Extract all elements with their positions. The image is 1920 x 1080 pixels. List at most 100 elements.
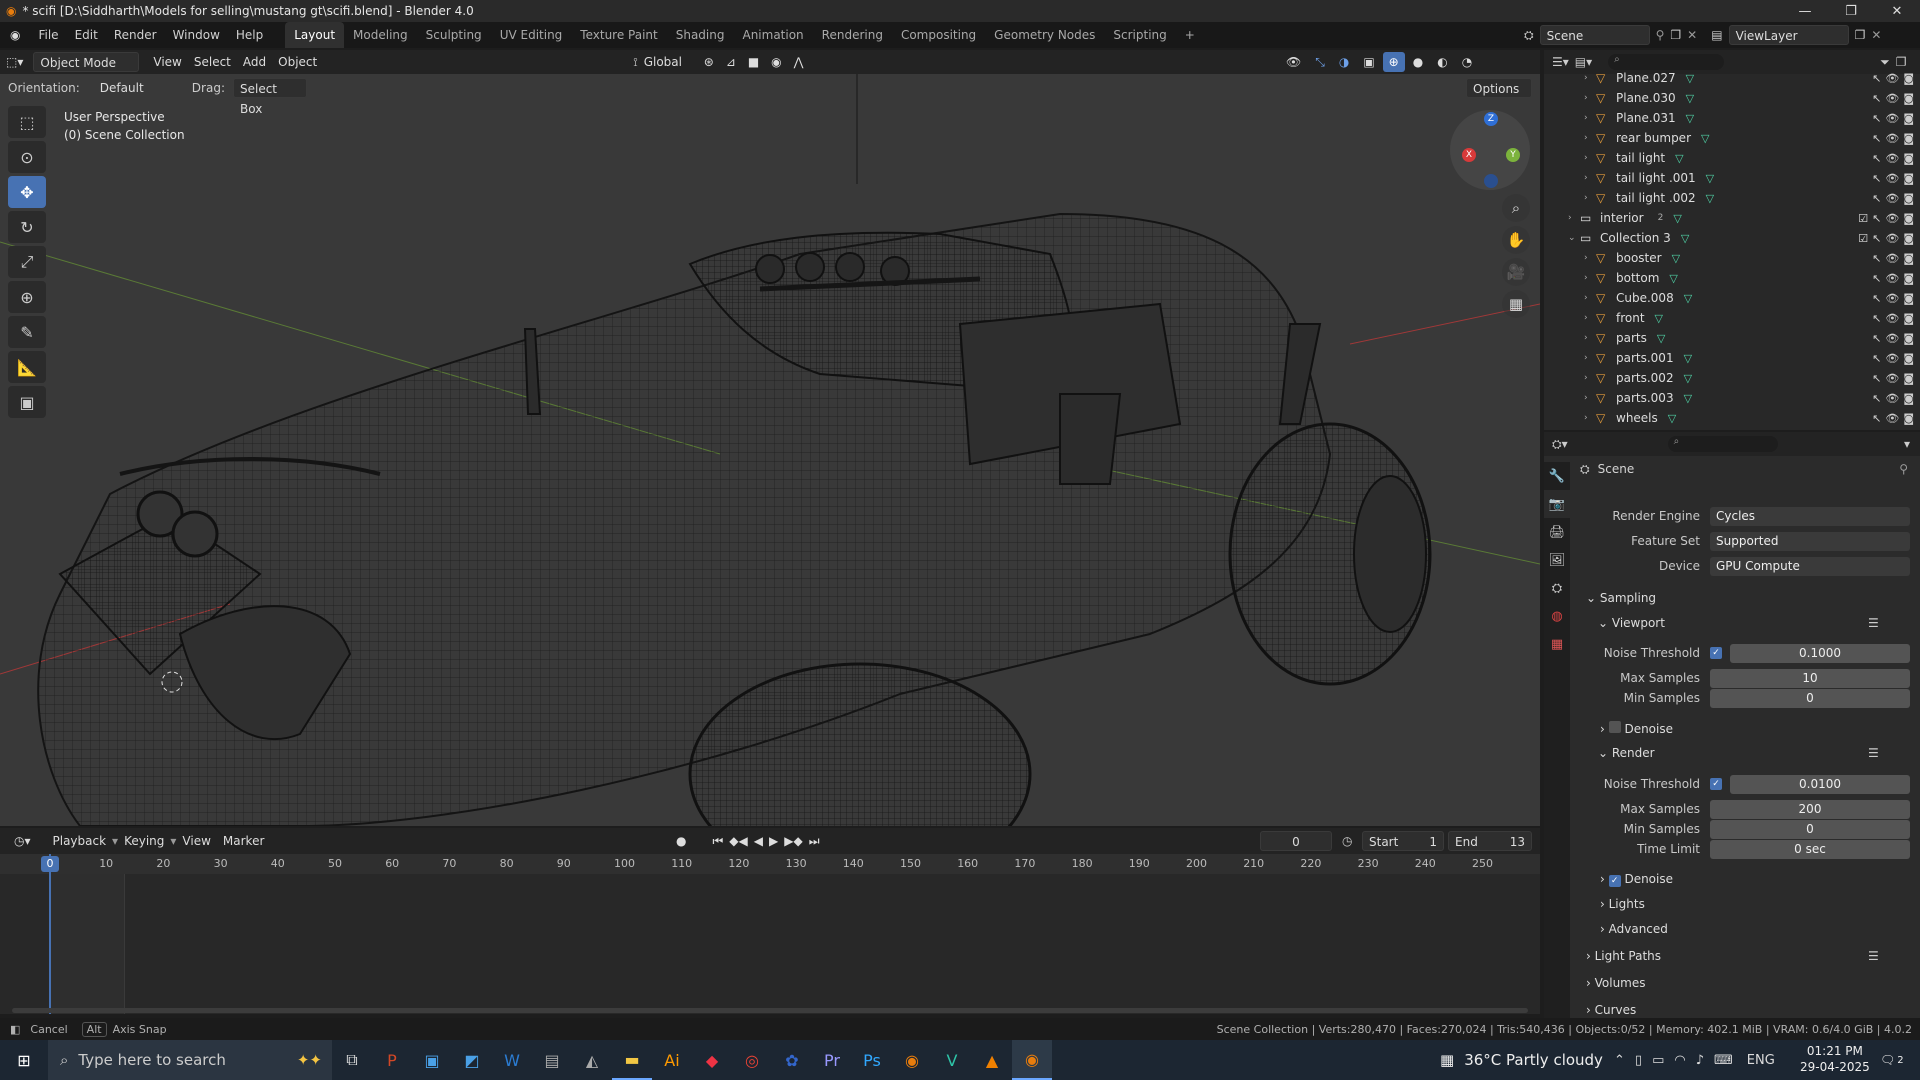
vlc-icon[interactable]: ▲	[972, 1040, 1012, 1080]
render-camera-icon[interactable]: ◙	[1903, 272, 1914, 285]
preview-range-icon[interactable]: ◷	[1342, 834, 1352, 848]
blender-active-taskbar-icon[interactable]: ◉	[1012, 1040, 1052, 1080]
render-camera-icon[interactable]: ◙	[1903, 152, 1914, 165]
render-presets-icon[interactable]: ☰	[1868, 746, 1879, 760]
selectable-arrow-icon[interactable]: ↖	[1872, 152, 1881, 165]
timeline-menu-marker[interactable]: Marker	[217, 831, 270, 851]
vectorworks-icon[interactable]: V	[932, 1040, 972, 1080]
workspace-tab-animation[interactable]: Animation	[733, 22, 812, 48]
outliner-row[interactable]: › ▽ Plane.030 ▽ ↖ 👁 ◙	[1544, 88, 1920, 108]
current-frame-field[interactable]: 0	[1260, 831, 1332, 851]
transform-orientation-dropdown[interactable]: Global	[638, 52, 698, 72]
outliner-row[interactable]: › ▽ tail light .001 ▽ ↖ 👁 ◙	[1544, 168, 1920, 188]
pictures-icon[interactable]: ▤	[532, 1040, 572, 1080]
render-noise-threshold-checkbox[interactable]: ✓	[1710, 778, 1722, 790]
selectable-arrow-icon[interactable]: ↖	[1872, 132, 1881, 145]
render-camera-icon[interactable]: ◙	[1903, 332, 1914, 345]
timeline-scrollbar[interactable]	[12, 1008, 1528, 1013]
menu-file[interactable]: File	[30, 22, 66, 48]
expand-arrow-icon[interactable]: ›	[1584, 113, 1596, 123]
outliner-row[interactable]: › ▽ rear bumper ▽ ↖ 👁 ◙	[1544, 128, 1920, 148]
view-layer-selector[interactable]: ViewLayer	[1728, 25, 1849, 45]
render-tab-icon[interactable]: 📷	[1544, 490, 1570, 518]
selectable-arrow-icon[interactable]: ↖	[1872, 212, 1881, 225]
volume-icon[interactable]: ♪	[1696, 1053, 1704, 1068]
expand-arrow-icon[interactable]: ›	[1584, 333, 1596, 343]
render-camera-icon[interactable]: ◙	[1903, 172, 1914, 185]
selectable-arrow-icon[interactable]: ↖	[1872, 172, 1881, 185]
material-preview-icon[interactable]: ◐	[1431, 52, 1453, 72]
object-mode-dropdown[interactable]: Object Mode	[33, 52, 140, 72]
start-frame-field[interactable]: Start 1	[1362, 831, 1444, 851]
minimize-icon[interactable]: —	[1782, 0, 1828, 22]
play-reverse-icon[interactable]: ◀	[754, 834, 763, 849]
viewport-denoise-subpanel[interactable]: › Denoise	[1600, 721, 1673, 736]
outliner-row[interactable]: › ▽ Plane.031 ▽ ↖ 👁 ◙	[1544, 108, 1920, 128]
editor-type-icon[interactable]: ⬚▾	[0, 52, 29, 72]
menu-render[interactable]: Render	[106, 22, 165, 48]
render-camera-icon[interactable]: ◙	[1903, 112, 1914, 125]
snap-target-icon[interactable]: ■	[742, 52, 765, 72]
expand-arrow-icon[interactable]: ›	[1584, 413, 1596, 423]
viewport-noise-threshold-checkbox[interactable]: ✓	[1710, 647, 1722, 659]
cursor-tool-icon[interactable]: ⊙	[8, 141, 46, 173]
eye-visibility-icon[interactable]: 👁	[1885, 212, 1899, 225]
output-tab-icon[interactable]: 🖨	[1544, 518, 1570, 546]
wireframe-shading-icon[interactable]: ⊕	[1382, 52, 1405, 72]
render-camera-icon[interactable]: ◙	[1903, 292, 1914, 305]
outliner-row[interactable]: › ▽ tail light .002 ▽ ↖ 👁 ◙	[1544, 188, 1920, 208]
expand-arrow-icon[interactable]: ›	[1584, 173, 1596, 183]
workspace-tab-uv-editing[interactable]: UV Editing	[491, 22, 572, 48]
playhead-frame-badge[interactable]: 0	[41, 856, 59, 872]
workspace-tab-scripting[interactable]: Scripting	[1104, 22, 1175, 48]
menu-window[interactable]: Window	[165, 22, 228, 48]
outliner-row[interactable]: › ▽ parts ▽ ↖ 👁 ◙	[1544, 328, 1920, 348]
texture-tab-icon[interactable]: ▦	[1544, 630, 1570, 658]
feature-set-dropdown[interactable]: Supported	[1710, 531, 1910, 551]
move-tool-icon[interactable]: ✥	[8, 176, 46, 208]
maximize-icon[interactable]: ❐	[1828, 0, 1874, 22]
pan-hand-icon[interactable]: ✋	[1502, 226, 1530, 254]
selectable-arrow-icon[interactable]: ↖	[1872, 252, 1881, 265]
eye-visibility-icon[interactable]: 👁	[1885, 272, 1899, 285]
timeline-editor-type-icon[interactable]: ◷▾	[8, 831, 37, 851]
start-button-icon[interactable]: ⊞	[0, 1040, 48, 1080]
view-layer-tab-icon[interactable]: 🖼	[1544, 546, 1570, 574]
render-camera-icon[interactable]: ◙	[1903, 232, 1914, 245]
timeline-menu-keying[interactable]: Keying	[118, 831, 170, 851]
expand-arrow-icon[interactable]: ›	[1584, 193, 1596, 203]
options-dropdown[interactable]: Options	[1466, 78, 1532, 98]
falloff-icon[interactable]: ⋀	[788, 52, 810, 72]
annotate-tool-icon[interactable]: ✎	[8, 316, 46, 348]
selectable-arrow-icon[interactable]: ↖	[1872, 292, 1881, 305]
delete-view-layer-icon[interactable]: ✕	[1871, 28, 1881, 42]
illustrator-icon[interactable]: Ai	[652, 1040, 692, 1080]
display-mode-icon[interactable]: ▤▾	[1575, 55, 1592, 69]
eye-visibility-icon[interactable]: 👁	[1885, 92, 1899, 105]
gizmo-neg-z[interactable]	[1484, 174, 1498, 188]
expand-arrow-icon[interactable]: ›	[1584, 293, 1596, 303]
file-explorer-icon[interactable]: ▬	[612, 1040, 652, 1080]
viewport-noise-threshold-field[interactable]: 0.1000	[1730, 643, 1910, 663]
solid-shading-icon[interactable]: ●	[1407, 52, 1429, 72]
keyboard-icon[interactable]: ⌨	[1714, 1053, 1733, 1068]
render-camera-icon[interactable]: ◙	[1903, 392, 1914, 405]
selectable-arrow-icon[interactable]: ↖	[1872, 412, 1881, 425]
eye-visibility-icon[interactable]: 👁	[1885, 412, 1899, 425]
selectable-arrow-icon[interactable]: ↖	[1872, 192, 1881, 205]
clock[interactable]: 01:21 PM 29-04-2025	[1800, 1043, 1870, 1075]
render-time-limit-field[interactable]: 0 sec	[1710, 839, 1910, 859]
powerpoint-icon[interactable]: P	[372, 1040, 412, 1080]
selectable-arrow-icon[interactable]: ↖	[1872, 272, 1881, 285]
eye-visibility-icon[interactable]: 👁	[1885, 152, 1899, 165]
render-camera-icon[interactable]: ◙	[1903, 192, 1914, 205]
outliner-row[interactable]: › ▽ tail light ▽ ↖ 👁 ◙	[1544, 148, 1920, 168]
add-workspace-icon[interactable]: +	[1176, 22, 1204, 48]
weather-text[interactable]: 36°C Partly cloudy	[1464, 1051, 1603, 1069]
jump-end-icon[interactable]: ⏭	[809, 834, 820, 849]
eye-visibility-icon[interactable]: 👁	[1885, 292, 1899, 305]
workspace-tab-texture-paint[interactable]: Texture Paint	[571, 22, 666, 48]
expand-arrow-icon[interactable]: ›	[1584, 313, 1596, 323]
rendered-shading-icon[interactable]: ◔	[1456, 52, 1478, 72]
curves-panel[interactable]: › Curves	[1586, 1003, 1636, 1017]
